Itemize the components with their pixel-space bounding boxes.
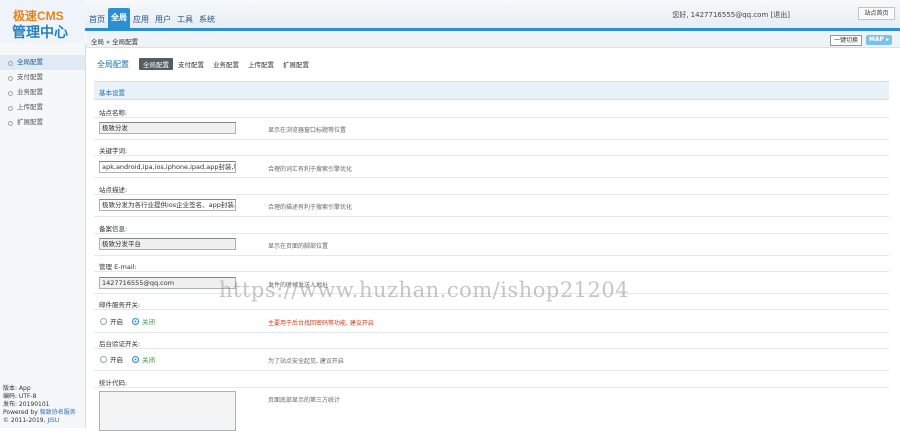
divider [94, 216, 889, 217]
tab-upload[interactable]: 上传配置 [244, 58, 278, 70]
user-greeting: 您好, 1427716555@qq.com [672, 11, 769, 19]
verify-switch-hint: 为了站点安全起见, 建议开启 [268, 358, 344, 365]
divider [94, 194, 889, 195]
version-text: 版本: App [3, 385, 31, 392]
keywords-input[interactable]: apk,android,ipa,ios,iphone,ipad,app封装,程 [99, 161, 236, 173]
stats-code-textarea[interactable] [99, 391, 236, 431]
watermark-text: https://www.huzhan.com/ishop21204 [219, 278, 630, 302]
divider [94, 271, 889, 272]
site-name-input[interactable]: 极致分发 [99, 122, 236, 134]
verify-on-radio[interactable] [100, 355, 107, 363]
encoding-text: 编码: UTF-8 [3, 393, 37, 400]
tab-global[interactable]: 全局配置 [139, 58, 173, 70]
sidebar-item-payment[interactable]: 支付配置 [0, 70, 85, 85]
divider [94, 255, 889, 256]
tab-extend[interactable]: 扩展配置 [279, 58, 313, 70]
mail-on-label[interactable]: 开启 [110, 316, 123, 326]
page-title: 全局配置 [97, 59, 129, 69]
main-nav: 首页 全局 应用 用户 工具 系统 [86, 8, 218, 28]
breadcrumb: 全局 » 全局配置 [91, 38, 139, 46]
section-header: 基本设置 [94, 81, 889, 100]
description-label: 站点描述: [99, 186, 128, 194]
description-input[interactable]: 极致分发为各行业提供ios企业签名、app封装、 [99, 199, 236, 211]
keywords-label: 关键字词: [99, 147, 128, 155]
icp-label: 备案信息: [99, 225, 128, 233]
powered-link[interactable]: 极致协名服务 [40, 409, 76, 416]
nav-system[interactable]: 系统 [196, 12, 218, 28]
breadcrumb-bar: 全局 » 全局配置 [86, 31, 900, 48]
user-box: 您好, 1427716555@qq.com [退出] [672, 10, 790, 20]
sidebar-info: 版本: App 编码: UTF-8 发布: 20190101 Powered b… [3, 385, 76, 425]
verify-off-label[interactable]: 关闭 [142, 354, 155, 364]
site-home-button[interactable]: 站点首页 [858, 7, 895, 20]
verify-off-radio[interactable] [132, 355, 139, 363]
mail-on-radio[interactable] [100, 317, 107, 325]
admin-email-label: 管理 E-mail: [99, 263, 137, 271]
keywords-hint: 合理的词汇有利于搜索引擎优化 [268, 166, 353, 173]
site-name-hint: 显示在浏览器窗口标题等位置 [268, 127, 347, 134]
site-name-label: 站点名称: [99, 109, 128, 117]
divider [94, 117, 889, 118]
copyright-prefix: © 2011-2019, [3, 417, 48, 424]
sidebar-item-business[interactable]: 业务配置 [0, 85, 85, 100]
verify-on-label[interactable]: 开启 [110, 354, 123, 364]
mail-switch-group: 开启 关闭 [100, 316, 164, 326]
divider [94, 233, 889, 234]
nav-global[interactable]: 全局 [108, 8, 130, 28]
logo: 极速CMS 管理中心 [0, 0, 85, 43]
icp-input[interactable]: 极致分发平台 [99, 238, 236, 250]
divider [94, 139, 889, 140]
nav-home[interactable]: 首页 [86, 12, 108, 28]
divider [94, 370, 889, 371]
icp-hint: 显示在页面的脚部位置 [268, 243, 329, 250]
divider [94, 177, 889, 178]
divider [94, 332, 889, 333]
logo-line2: 管理中心 [12, 24, 68, 40]
divider [94, 348, 889, 349]
tab-payment[interactable]: 支付配置 [174, 58, 208, 70]
page-header: 全局配置 全局配置 支付配置 业务配置 上传配置 扩展配置 [97, 58, 314, 70]
description-hint: 合理的描述有利于搜索引擎优化 [268, 204, 353, 211]
verify-switch-group: 开启 关闭 [100, 354, 164, 364]
sidebar-item-upload[interactable]: 上传配置 [0, 100, 85, 115]
sidebar-item-global[interactable]: 全局配置 [0, 55, 85, 70]
sidebar: 全局配置 支付配置 业务配置 上传配置 扩展配置 版本: App 编码: UTF… [0, 43, 86, 428]
tab-business[interactable]: 业务配置 [209, 58, 243, 70]
divider [94, 309, 889, 310]
mail-switch-label: 邮件服务开关: [99, 301, 141, 309]
verify-switch-label: 后台验证开关: [99, 340, 141, 348]
powered-prefix: Powered by [3, 409, 40, 416]
nav-users[interactable]: 用户 [152, 12, 174, 28]
release-text: 发布: 20190101 [3, 401, 50, 408]
divider [94, 387, 889, 388]
divider [94, 155, 889, 156]
clear-cache-button[interactable]: 一键切换 [830, 35, 862, 46]
nav-tools[interactable]: 工具 [174, 12, 196, 28]
sidebar-item-extend[interactable]: 扩展配置 [0, 115, 85, 130]
mail-off-radio[interactable] [132, 317, 139, 325]
admin-email-input[interactable]: 1427716555@qq.com [99, 277, 236, 289]
copyright-link[interactable]: JISU [47, 417, 59, 424]
powered-by: Powered by 极致协名服务 [3, 409, 76, 417]
copyright: © 2011-2019, JISU [3, 417, 76, 425]
stats-code-hint: 页面底部显示的第三方统计 [268, 397, 341, 404]
mail-switch-hint: 主要用于后台找回密码等功能, 建议开启 [268, 320, 374, 327]
mail-off-label[interactable]: 关闭 [142, 316, 155, 326]
section-title: 基本设置 [99, 89, 125, 97]
nav-apps[interactable]: 应用 [130, 12, 152, 28]
logout-link[interactable]: [退出] [771, 11, 790, 19]
stats-code-label: 统计代码: [99, 379, 128, 387]
map-button[interactable]: MAP ▸ [866, 35, 892, 45]
